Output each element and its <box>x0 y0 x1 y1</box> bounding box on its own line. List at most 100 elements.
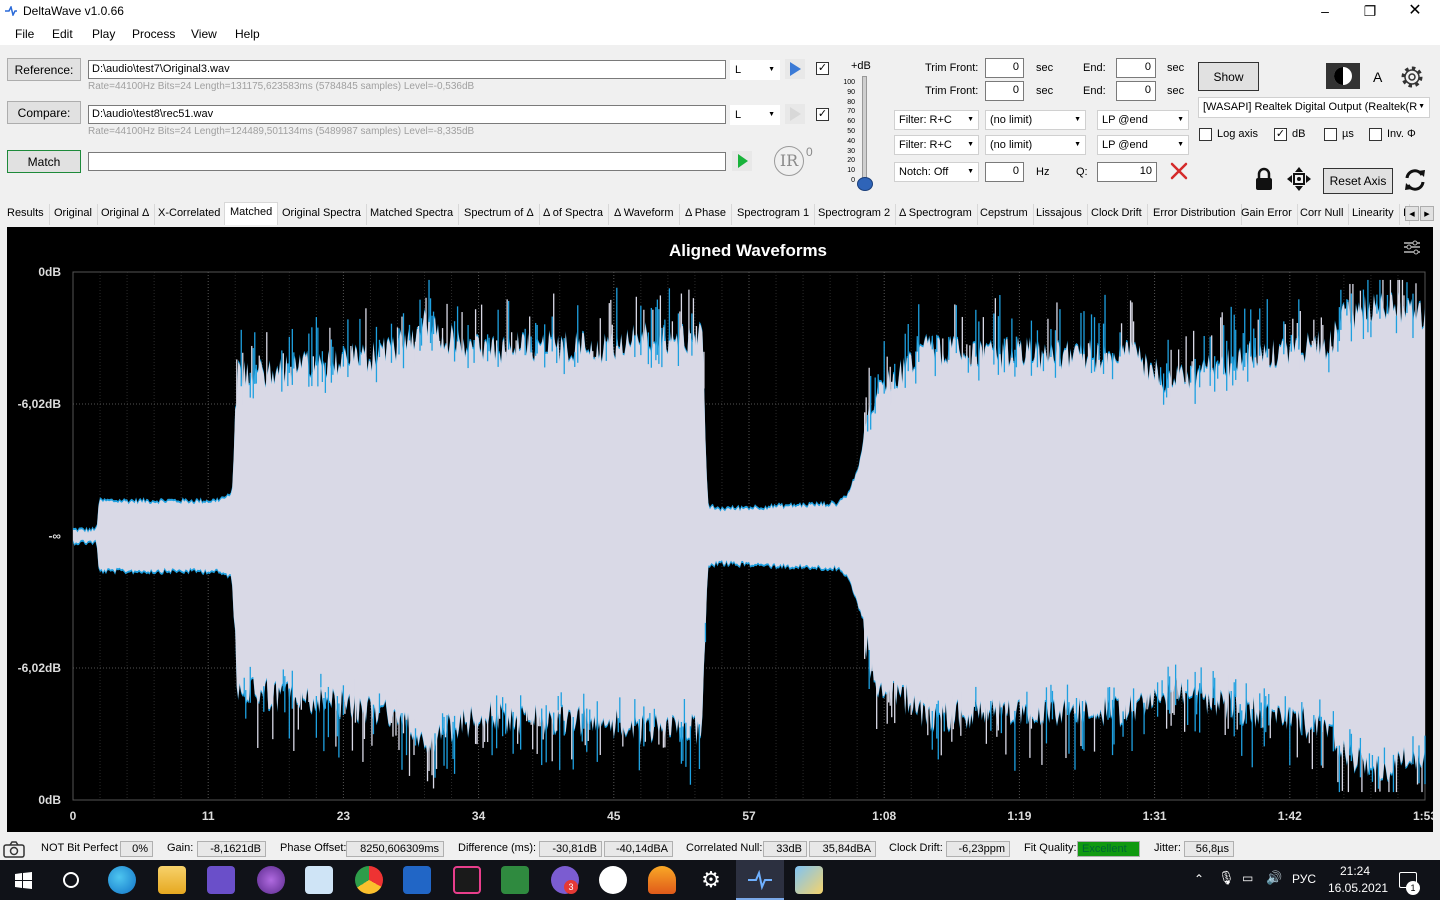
intellij-icon[interactable] <box>453 866 481 894</box>
compare-path-input[interactable]: D:\audio\test8\rec51.wav <box>88 105 726 124</box>
menu-process[interactable]: Process <box>132 27 175 41</box>
clock-date[interactable]: 16.05.2021 <box>1328 881 1388 895</box>
tab-delta-spectrogram[interactable]: Δ Spectrogram <box>894 204 978 225</box>
tab-spectrogram-1[interactable]: Spectrogram 1 <box>732 204 816 225</box>
edge-icon[interactable] <box>108 866 136 894</box>
show-button[interactable]: Show <box>1198 62 1259 91</box>
tab-gain-error[interactable]: Gain Error <box>1236 204 1298 225</box>
compare-button[interactable]: Compare: <box>7 101 81 124</box>
db-checkbox[interactable]: ✓ <box>1274 128 1287 141</box>
menu-edit[interactable]: Edit <box>52 27 73 41</box>
tab-linearity[interactable]: Linearity <box>1347 204 1400 225</box>
tab-x-correlated[interactable]: X-Correlated <box>153 204 227 225</box>
tab-spectrum-of-delta[interactable]: Spectrum of Δ <box>459 204 540 225</box>
chrome-icon[interactable] <box>355 866 383 894</box>
log-axis-checkbox[interactable] <box>1199 128 1212 141</box>
clear-filters-icon[interactable] <box>1169 161 1189 181</box>
volume-icon[interactable]: 🔊 <box>1266 870 1282 886</box>
filter-mode-select-1[interactable]: Filter: R+C ▼ <box>894 110 979 130</box>
camera-icon[interactable] <box>3 841 25 858</box>
db-slider-track[interactable] <box>862 76 867 184</box>
tab-scroll-right[interactable]: ▶ <box>1420 206 1434 221</box>
chevron-up-icon[interactable]: ⌃ <box>1194 872 1204 886</box>
plot-settings-icon[interactable] <box>1404 240 1420 255</box>
filter-limit-select-2[interactable]: (no limit) ▼ <box>985 135 1086 155</box>
refresh-icon[interactable] <box>1401 166 1429 194</box>
tab-lissajous[interactable]: Lissajous <box>1031 204 1088 225</box>
tab-matched[interactable]: Matched <box>224 202 279 225</box>
tab-original-spectra[interactable]: Original Spectra <box>277 204 367 225</box>
tab-delta-of-spectra[interactable]: Δ of Spectra <box>538 204 609 225</box>
menu-play[interactable]: Play <box>92 27 115 41</box>
trim-end-input-2[interactable]: 0 <box>1116 81 1156 101</box>
match-button[interactable]: Match <box>7 150 81 173</box>
menu-file[interactable]: File <box>15 27 34 41</box>
play-compare-icon[interactable] <box>785 104 805 124</box>
maximize-button[interactable]: ❐ <box>1347 0 1393 23</box>
tab-corr-null[interactable]: Corr Null <box>1295 204 1350 225</box>
podcast-app-icon[interactable] <box>257 866 285 894</box>
potplayer-icon[interactable] <box>599 866 627 894</box>
move-pan-icon[interactable] <box>1286 166 1312 192</box>
settings-icon[interactable]: ⚙ <box>697 866 725 894</box>
tab-clock-drift[interactable]: Clock Drift <box>1086 204 1148 225</box>
tab-results[interactable]: Results <box>2 204 50 225</box>
ir-button[interactable]: IR <box>774 146 804 176</box>
notch-q-input[interactable]: 10 <box>1097 162 1157 182</box>
minimize-button[interactable]: – <box>1302 0 1348 23</box>
db-slider-thumb[interactable] <box>857 177 873 191</box>
windows-start-icon[interactable] <box>15 872 32 889</box>
trim-front-input-1[interactable]: 0 <box>985 58 1024 78</box>
filter-lp-select-2[interactable]: LP @end ▼ <box>1097 135 1189 155</box>
waveform-plot[interactable]: Aligned Waveforms 0dB -6,02dB -∞ -6,02dB 0dB… <box>7 227 1433 832</box>
play-reference-icon[interactable] <box>785 59 805 79</box>
notch-select[interactable]: Notch: Off ▼ <box>894 162 979 182</box>
filter-lp-select-1[interactable]: LP @end ▼ <box>1097 110 1189 130</box>
file-explorer-icon[interactable] <box>158 866 186 894</box>
tab-original-delta[interactable]: Original Δ <box>96 204 156 225</box>
contrast-theme-icon[interactable] <box>1326 63 1360 89</box>
trim-front-input-2[interactable]: 0 <box>985 81 1024 101</box>
trim-end-input-1[interactable]: 0 <box>1116 58 1156 78</box>
reference-path-input[interactable]: D:\audio\test7\Original3.wav <box>88 60 726 79</box>
tab-delta-phase[interactable]: Δ Phase <box>680 204 732 225</box>
menu-view[interactable]: View <box>191 27 217 41</box>
play-match-icon[interactable] <box>732 151 752 171</box>
close-button[interactable]: ✕ <box>1392 0 1438 23</box>
tab-error-distribution[interactable]: Error Distribution <box>1148 204 1242 225</box>
invert-phase-checkbox[interactable] <box>1369 128 1382 141</box>
reference-channel-select[interactable]: L ▼ <box>730 60 780 80</box>
lock-icon[interactable] <box>1254 167 1274 191</box>
tab-matched-spectra[interactable]: Matched Spectra <box>365 204 460 225</box>
save-app-icon[interactable] <box>207 866 235 894</box>
vlc-icon[interactable] <box>648 866 676 894</box>
mail-app-icon[interactable] <box>305 866 333 894</box>
vs-app-icon[interactable] <box>501 866 529 894</box>
tab-scroll-left[interactable]: ◀ <box>1405 206 1419 221</box>
compare-enable-checkbox[interactable]: ✓ <box>816 108 829 121</box>
language-indicator[interactable]: РУС <box>1292 872 1316 886</box>
gear-icon[interactable] <box>1398 63 1426 91</box>
ap2-app-icon[interactable] <box>403 866 431 894</box>
clock-time[interactable]: 21:24 <box>1340 864 1370 878</box>
tab-delta-waveform[interactable]: Δ Waveform <box>609 204 680 225</box>
compare-channel-select[interactable]: L ▼ <box>730 105 780 125</box>
us-checkbox[interactable] <box>1324 128 1337 141</box>
filter-limit-select-1[interactable]: (no limit) ▼ <box>985 110 1086 130</box>
menu-help[interactable]: Help <box>235 27 260 41</box>
microphone-icon[interactable]: 🎙 <box>1218 870 1235 886</box>
reset-axis-button[interactable]: Reset Axis <box>1323 168 1393 194</box>
tab-original[interactable]: Original <box>49 204 98 225</box>
search-icon[interactable] <box>61 870 81 890</box>
x-tick-label: 11 <box>202 809 215 823</box>
match-path-input[interactable] <box>88 152 726 171</box>
tab-spectrogram-2[interactable]: Spectrogram 2 <box>813 204 897 225</box>
network-icon[interactable]: ▭ <box>1242 871 1253 885</box>
paint-icon[interactable] <box>795 866 823 894</box>
filter-mode-select-2[interactable]: Filter: R+C ▼ <box>894 135 979 155</box>
reference-button[interactable]: Reference: <box>7 58 81 81</box>
output-device-select[interactable]: [WASAPI] Realtek Digital Output (Realtek… <box>1198 97 1430 118</box>
tab-cepstrum[interactable]: Cepstrum <box>975 204 1034 225</box>
reference-enable-checkbox[interactable]: ✓ <box>816 62 829 75</box>
notch-frequency-input[interactable]: 0 <box>985 162 1024 182</box>
